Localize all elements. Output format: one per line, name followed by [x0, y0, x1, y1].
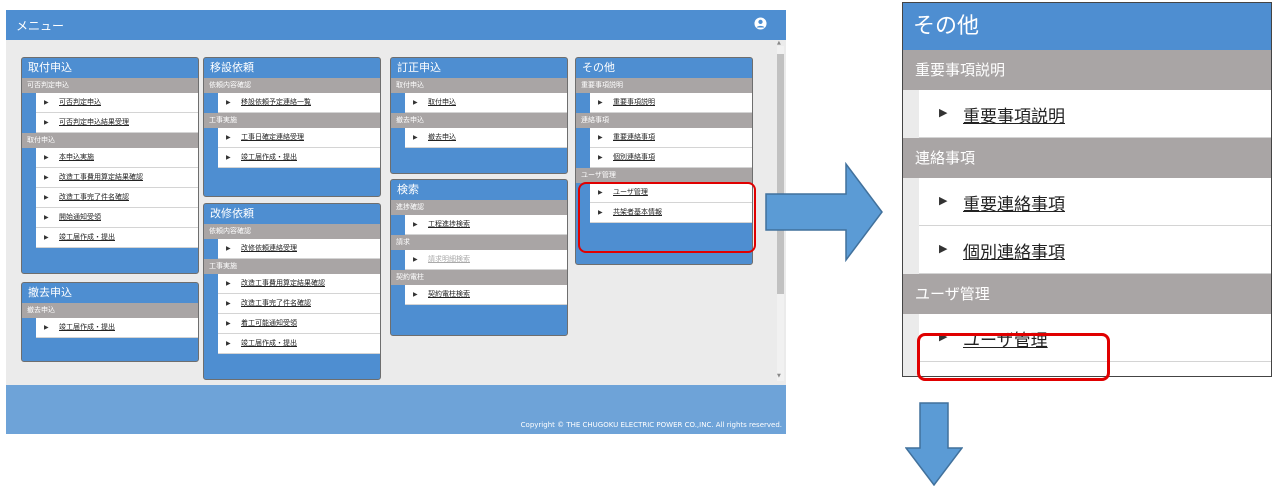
- caret-right-icon: ▶: [413, 221, 418, 228]
- zoom-menu-link[interactable]: ▶ 重要連絡事項: [919, 178, 1271, 226]
- caret-right-icon: ▶: [226, 134, 231, 141]
- caret-right-icon: ▶: [939, 106, 948, 119]
- caret-right-icon: ▶: [413, 256, 418, 263]
- scroll-down-icon[interactable]: ▼: [777, 374, 781, 379]
- caret-right-icon: ▶: [226, 300, 231, 307]
- top-bar: メニュー: [6, 10, 786, 40]
- menu-link[interactable]: ▶ 移設依頼予定連絡一覧: [218, 93, 380, 113]
- section-header: 重要事項説明: [576, 78, 752, 93]
- card-title: 撤去申込: [28, 286, 72, 299]
- menu-link[interactable]: ▶ 竣工届作成・提出: [36, 318, 198, 338]
- menu-link[interactable]: ▶ 可否判定申込結果受理: [36, 113, 198, 133]
- card-isetsu: 移設依頼 依頼内容確認 ▶ 移設依頼予定連絡一覧 工事実施 ▶ 工事日確定連絡受理 …: [203, 57, 381, 197]
- zoom-section-header: ユーザ管理: [903, 274, 1271, 314]
- caret-right-icon: ▶: [44, 234, 49, 241]
- user-circle-icon[interactable]: [754, 17, 767, 30]
- menu-link[interactable]: ▶ 着工可能通知受領: [218, 314, 380, 334]
- arrow-right-icon: [765, 162, 883, 262]
- caret-right-icon: ▶: [413, 291, 418, 298]
- card-kaishu: 改修依頼 依頼内容確認 ▶ 改修依頼連絡受理 工事実施 ▶ 改造工事費用算定結果確認…: [203, 203, 381, 380]
- menu-link[interactable]: ▶ 個別連絡事項: [590, 148, 752, 168]
- section-header: 可否判定申込: [22, 78, 198, 93]
- menu-link[interactable]: ▶ 可否判定申込: [36, 93, 198, 113]
- caret-right-icon: ▶: [226, 280, 231, 287]
- menu-link[interactable]: ▶ 改造工事完了件名確認: [218, 294, 380, 314]
- caret-right-icon: ▶: [226, 99, 231, 106]
- section-header: 請求: [391, 235, 567, 250]
- card-toritsuke: 取付申込 可否判定申込 ▶ 可否判定申込 ▶ 可否判定申込結果受理 取付申込 ▶ 本申…: [21, 57, 199, 274]
- caret-right-icon: ▶: [226, 245, 231, 252]
- section-header: 工事実施: [204, 113, 380, 128]
- card-kensaku: 検索 進捗確認 ▶ 工程進捗検索 請求 ▶ 請求明細検索 契約電柱 ▶ 契約電柱検索: [390, 179, 568, 336]
- menu-link[interactable]: ▶ 本申込実施: [36, 148, 198, 168]
- menu-link[interactable]: ▶ 契約電柱検索: [405, 285, 567, 305]
- arrow-down-icon: [905, 402, 963, 486]
- menu-link[interactable]: ▶ 竣工届作成・提出: [36, 228, 198, 248]
- caret-right-icon: ▶: [44, 324, 49, 331]
- copyright-text: Copyright © THE CHUGOKU ELECTRIC POWER C…: [520, 421, 782, 429]
- card-title: その他: [582, 61, 615, 74]
- caret-right-icon: ▶: [226, 154, 231, 161]
- menu-link[interactable]: ▶ 開始通知受領: [36, 208, 198, 228]
- section-header: 依頼内容確認: [204, 78, 380, 93]
- card-tekkyo: 撤去申込 撤去申込 ▶ 竣工届作成・提出: [21, 282, 199, 362]
- zoom-card-title: その他: [903, 3, 1271, 50]
- caret-right-icon: ▶: [413, 99, 418, 106]
- caret-right-icon: ▶: [226, 340, 231, 347]
- caret-right-icon: ▶: [413, 134, 418, 141]
- section-header: ユーザ管理: [576, 168, 752, 183]
- caret-right-icon: ▶: [44, 154, 49, 161]
- section-header: 契約電柱: [391, 270, 567, 285]
- menu-link[interactable]: ▶ 改造工事費用算定結果確認: [36, 168, 198, 188]
- caret-right-icon: ▶: [939, 242, 948, 255]
- card-title: 訂正申込: [397, 61, 441, 74]
- menu-link-disabled: ▶ 請求明細検索: [405, 250, 567, 270]
- section-header: 依頼内容確認: [204, 224, 380, 239]
- caret-right-icon: ▶: [44, 119, 49, 126]
- caret-right-icon: ▶: [44, 194, 49, 201]
- card-title: 改修依頼: [210, 207, 254, 220]
- menu-link[interactable]: ▶ 改修依頼連絡受理: [218, 239, 380, 259]
- section-header: 取付申込: [391, 78, 567, 93]
- caret-right-icon: ▶: [44, 174, 49, 181]
- caret-right-icon: ▶: [939, 194, 948, 207]
- card-title: 取付申込: [28, 61, 72, 74]
- section-header: 連絡事項: [576, 113, 752, 128]
- section-header: 工事実施: [204, 259, 380, 274]
- zoomed-card-sonota: その他 重要事項説明 ▶ 重要事項説明 連絡事項 ▶ 重要連絡事項 ▶ 個別連絡事項 …: [902, 2, 1272, 377]
- highlight-box-kyokasha-kihon: [917, 333, 1110, 381]
- footer: Copyright © THE CHUGOKU ELECTRIC POWER C…: [6, 385, 786, 434]
- page-title: メニュー: [16, 19, 65, 33]
- zoom-section-header: 連絡事項: [903, 138, 1271, 178]
- menu-link[interactable]: ▶ 重要連絡事項: [590, 128, 752, 148]
- menu-link[interactable]: ▶ 重要事項説明: [590, 93, 752, 113]
- menu-link[interactable]: ▶ 改造工事完了件名確認: [36, 188, 198, 208]
- menu-link[interactable]: ▶ 改造工事費用算定結果確認: [218, 274, 380, 294]
- section-header: 撤去申込: [22, 303, 198, 318]
- caret-right-icon: ▶: [598, 134, 603, 141]
- menu-link[interactable]: ▶ 工程進捗検索: [405, 215, 567, 235]
- menu-link[interactable]: ▶ 竣工届作成・提出: [218, 334, 380, 354]
- zoom-menu-link[interactable]: ▶ 個別連絡事項: [919, 226, 1271, 274]
- highlight-box-user-management: [578, 182, 756, 253]
- zoom-menu-link[interactable]: ▶ 重要事項説明: [919, 90, 1271, 138]
- menu-link[interactable]: ▶ 撤去申込: [405, 128, 567, 148]
- menu-link[interactable]: ▶ 取付申込: [405, 93, 567, 113]
- menu-link[interactable]: ▶ 工事日確定連絡受理: [218, 128, 380, 148]
- caret-right-icon: ▶: [598, 99, 603, 106]
- section-header: 撤去申込: [391, 113, 567, 128]
- caret-right-icon: ▶: [598, 154, 603, 161]
- zoom-section-header: 重要事項説明: [903, 50, 1271, 90]
- card-title: 移設依頼: [210, 61, 254, 74]
- card-title: 検索: [397, 183, 419, 196]
- caret-right-icon: ▶: [44, 99, 49, 106]
- menu-link[interactable]: ▶ 竣工届作成・提出: [218, 148, 380, 168]
- caret-right-icon: ▶: [44, 214, 49, 221]
- card-teisei: 訂正申込 取付申込 ▶ 取付申込 撤去申込 ▶ 撤去申込: [390, 57, 568, 174]
- scroll-up-icon[interactable]: ▲: [777, 41, 781, 46]
- section-header: 進捗確認: [391, 200, 567, 215]
- section-header: 取付申込: [22, 133, 198, 148]
- caret-right-icon: ▶: [226, 320, 231, 327]
